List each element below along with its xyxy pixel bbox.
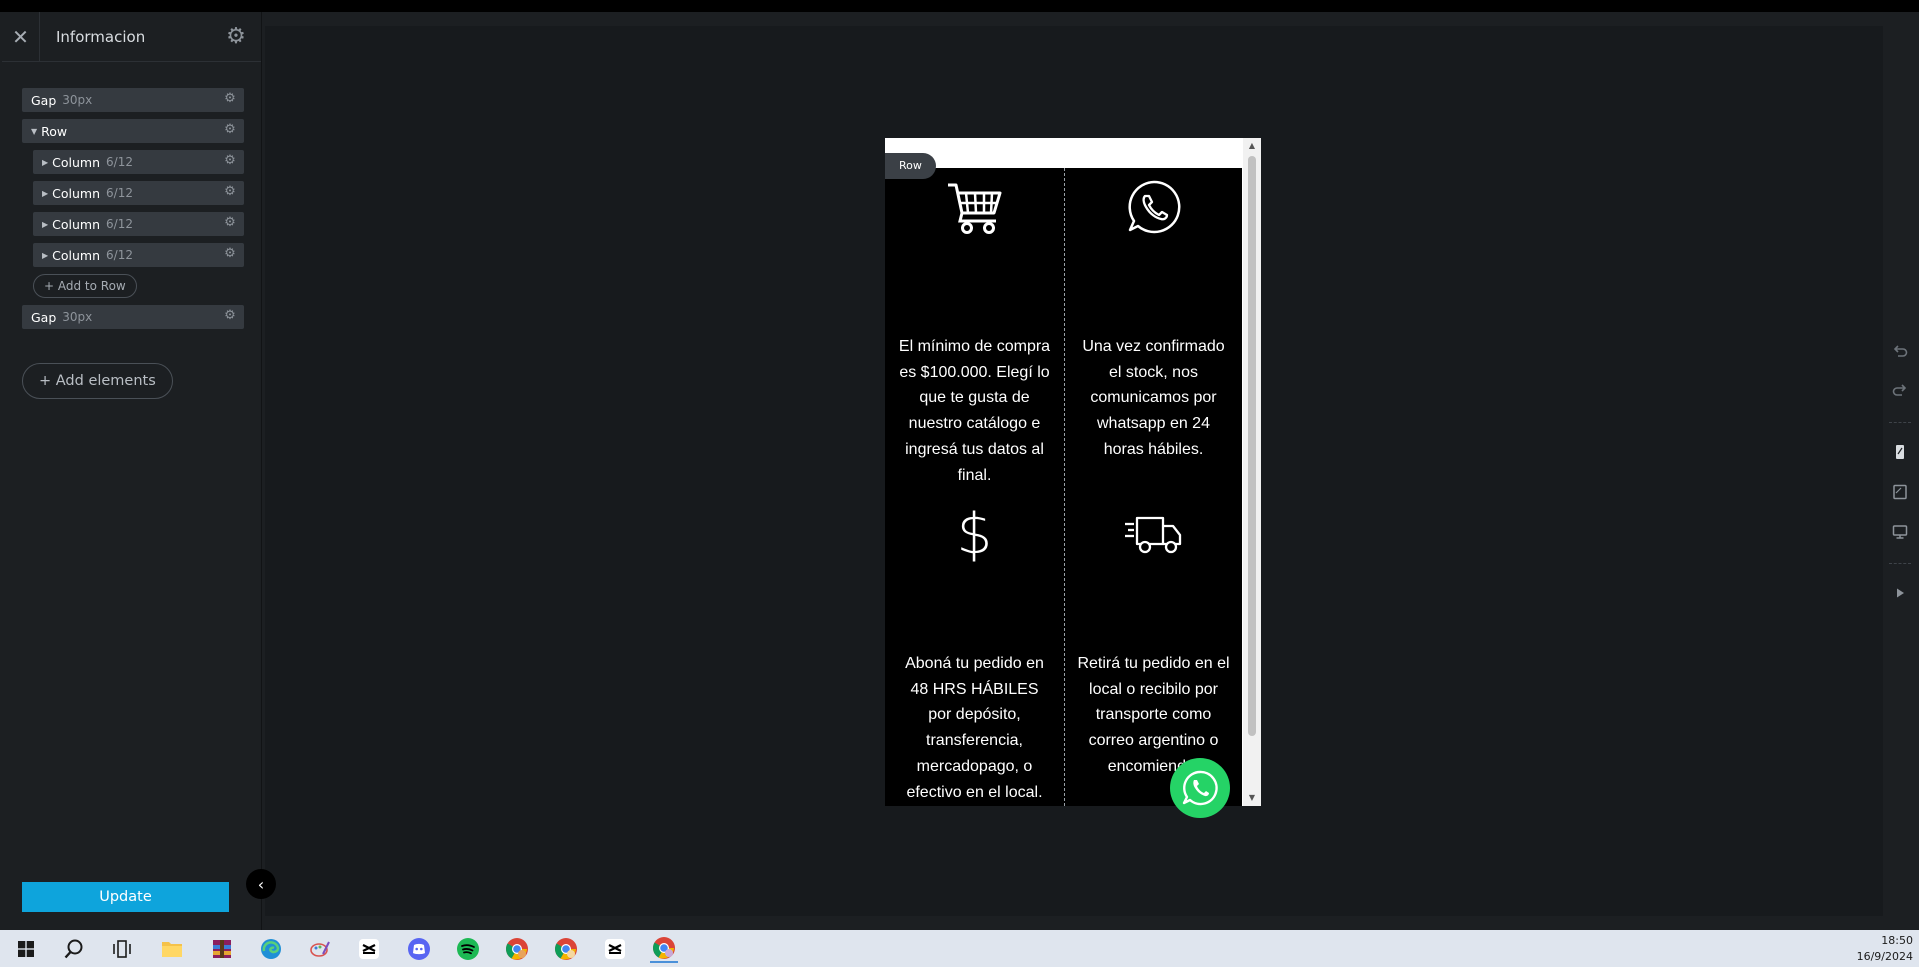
- tree-item-label: Column: [52, 185, 101, 201]
- system-clock[interactable]: 18:50 16/9/2024: [1857, 933, 1913, 965]
- tree-item-label: Row: [41, 123, 68, 139]
- gear-icon[interactable]: ⚙: [223, 154, 237, 168]
- windows-start-icon[interactable]: [12, 935, 40, 963]
- add-elements-button[interactable]: + Add elements: [22, 363, 173, 399]
- search-icon[interactable]: [60, 935, 88, 963]
- gear-icon[interactable]: ⚙: [223, 216, 237, 230]
- scroll-down-icon[interactable]: ▼: [1243, 790, 1261, 806]
- feature-column[interactable]: Una vez confirmado el stock, nos comunic…: [1064, 176, 1243, 494]
- gear-icon[interactable]: ⚙: [223, 123, 237, 137]
- feature-column[interactable]: Retirá tu pedido en el local o recibilo …: [1064, 503, 1243, 803]
- feature-column[interactable]: El mínimo de compra es $100.000. Elegí l…: [885, 176, 1064, 494]
- clock-date: 16/9/2024: [1856, 950, 1913, 963]
- tree-item-value: 30px: [62, 310, 93, 324]
- tree-item-value: 6/12: [106, 217, 133, 231]
- gear-icon[interactable]: ⚙: [223, 185, 237, 199]
- tree-item-value: 30px: [62, 93, 93, 107]
- capcut-icon[interactable]: [355, 935, 383, 963]
- collapse-sidebar-chevron-icon[interactable]: ‹: [246, 869, 276, 899]
- feature-text: Una vez confirmado el stock, nos comunic…: [1082, 338, 1225, 458]
- tree-item-column[interactable]: ▶ Column 6/12 ⚙: [33, 243, 244, 267]
- close-icon[interactable]: ✕: [2, 11, 40, 62]
- preview-scrollbar[interactable]: ▲ ▼: [1243, 138, 1261, 806]
- tree-item-gap[interactable]: Gap 30px ⚙: [22, 88, 244, 112]
- gear-icon[interactable]: ⚙: [223, 247, 237, 261]
- file-explorer-icon[interactable]: [158, 935, 186, 963]
- tree-item-column[interactable]: ▶ Column 6/12 ⚙: [33, 212, 244, 236]
- capcut-icon[interactable]: [601, 935, 629, 963]
- edge-icon[interactable]: [257, 935, 285, 963]
- spotify-icon[interactable]: [454, 935, 482, 963]
- tree-item-label: Column: [52, 154, 101, 170]
- update-button[interactable]: Update: [22, 882, 229, 912]
- tree-item-column[interactable]: ▶ Column 6/12 ⚙: [33, 150, 244, 174]
- feature-text: Aboná tu pedido en 48 HRS HÁBILES por de…: [905, 655, 1044, 801]
- mobile-view-icon[interactable]: [1886, 438, 1914, 466]
- gear-icon[interactable]: ⚙: [223, 309, 237, 323]
- whatsapp-icon: [1064, 176, 1243, 238]
- settings-gear-icon[interactable]: ⚙: [211, 12, 261, 62]
- tree-item-value: 6/12: [106, 155, 133, 169]
- feature-text: El mínimo de compra es $100.000. Elegí l…: [898, 338, 1051, 484]
- sidebar-header: ✕ Informacion ⚙: [2, 11, 261, 62]
- dollar-sign-icon: $: [956, 501, 993, 567]
- tree-item-value: 6/12: [106, 186, 133, 200]
- feature-column[interactable]: $ Aboná tu pedido en 48 HRS HÁBILES por …: [885, 501, 1064, 803]
- preview-top-strip: [885, 138, 1261, 168]
- clock-time: 18:50: [1881, 934, 1913, 947]
- tree-item-label: Gap: [31, 309, 57, 325]
- redo-icon[interactable]: [1886, 376, 1914, 404]
- tree-item-label: Column: [52, 247, 101, 263]
- tree-item-row[interactable]: ▼ Row ⚙: [22, 119, 244, 143]
- chrome-profile-icon[interactable]: [552, 935, 580, 963]
- toolbar-separator: [1889, 422, 1911, 423]
- scroll-up-icon[interactable]: ▲: [1243, 138, 1261, 154]
- play-icon[interactable]: [1886, 579, 1914, 607]
- delivery-truck-icon: [1064, 503, 1243, 565]
- paint-icon[interactable]: [306, 935, 334, 963]
- app-window: ✕ Informacion ⚙ Gap 30px ⚙ ▼ Row ⚙ ▶ Col…: [0, 0, 1919, 967]
- chrome-icon[interactable]: [503, 935, 531, 963]
- windows-taskbar: 18:50 16/9/2024: [0, 930, 1919, 967]
- sidebar: ✕ Informacion ⚙ Gap 30px ⚙ ▼ Row ⚙ ▶ Col…: [2, 11, 262, 930]
- gear-icon[interactable]: ⚙: [223, 92, 237, 106]
- desktop-view-icon[interactable]: [1886, 518, 1914, 546]
- toolbar-separator: [1889, 563, 1911, 564]
- row-badge[interactable]: Row: [885, 153, 936, 179]
- tablet-view-icon[interactable]: [1886, 478, 1914, 506]
- features-row[interactable]: El mínimo de compra es $100.000. Elegí l…: [885, 168, 1243, 818]
- element-tree: Gap 30px ⚙ ▼ Row ⚙ ▶ Column 6/12 ⚙ ▶ Col…: [22, 88, 244, 336]
- task-view-icon[interactable]: [108, 935, 136, 963]
- chrome-active-icon[interactable]: [650, 935, 678, 963]
- add-to-row-button[interactable]: + Add to Row: [33, 274, 137, 298]
- scroll-thumb[interactable]: [1248, 156, 1256, 736]
- undo-icon[interactable]: [1886, 337, 1914, 365]
- sidebar-title: Informacion: [56, 27, 146, 46]
- tree-item-gap[interactable]: Gap 30px ⚙: [22, 305, 244, 329]
- tree-item-value: 6/12: [106, 248, 133, 262]
- tree-item-column[interactable]: ▶ Column 6/12 ⚙: [33, 181, 244, 205]
- tree-item-label: Column: [52, 216, 101, 232]
- shopping-cart-icon: [885, 176, 1064, 238]
- whatsapp-float-button[interactable]: [1170, 758, 1230, 818]
- discord-icon[interactable]: [405, 935, 433, 963]
- winrar-icon[interactable]: [208, 935, 236, 963]
- tree-item-label: Gap: [31, 92, 57, 108]
- mobile-preview-frame: Row El mínimo de compra es $100.000. Ele…: [885, 138, 1261, 818]
